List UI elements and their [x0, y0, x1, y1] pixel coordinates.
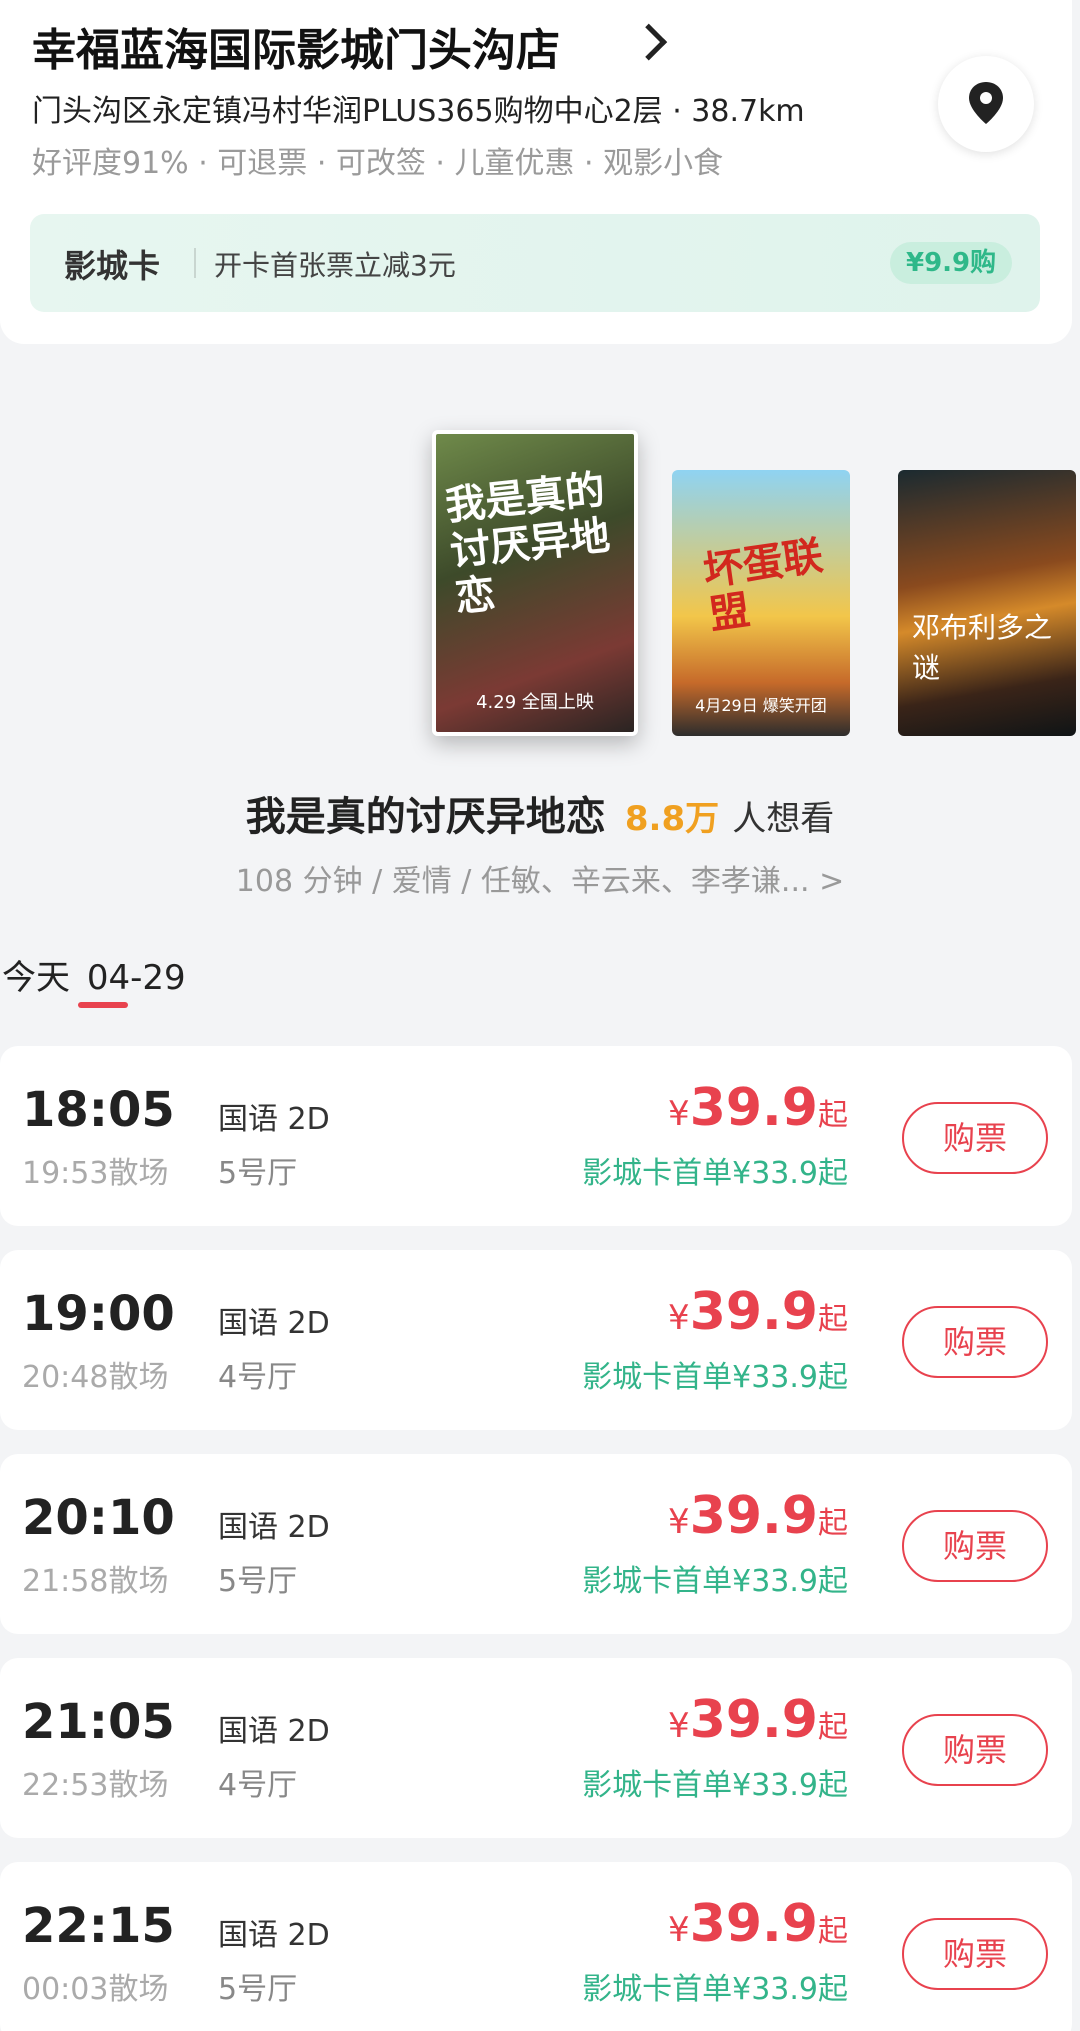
- show-end-time: 21:58散场: [22, 1564, 169, 1599]
- buy-ticket-button[interactable]: 购票: [902, 1306, 1048, 1378]
- price-amount: 39.9: [689, 1894, 818, 1954]
- poster-2-headline: 坏蛋联盟: [700, 532, 826, 639]
- poster-1-headline: 我是真的讨厌异地恋: [443, 467, 613, 622]
- show-language: 国语 2D: [218, 1306, 330, 1341]
- show-hall: 5号厅: [218, 1156, 298, 1191]
- showtime-row[interactable]: 18:05 19:53散场 国语 2D 5号厅 ¥39.9起 影城卡首单¥33.…: [0, 1046, 1072, 1226]
- showtime-row[interactable]: 21:05 22:53散场 国语 2D 4号厅 ¥39.9起 影城卡首单¥33.…: [0, 1658, 1072, 1838]
- show-end-time: 22:53散场: [22, 1768, 169, 1803]
- show-hall: 5号厅: [218, 1564, 298, 1599]
- price-amount: 39.9: [689, 1078, 818, 1138]
- price-currency: ¥: [668, 1298, 690, 1338]
- card-price: 影城卡首单¥33.9起: [582, 1972, 848, 2007]
- movie-title: 我是真的讨厌异地恋: [245, 794, 606, 840]
- buy-ticket-button[interactable]: 购票: [902, 1102, 1048, 1174]
- show-start-time: 18:05: [22, 1082, 175, 1138]
- show-language: 国语 2D: [218, 1510, 330, 1545]
- price-suffix: 起: [818, 1506, 848, 1541]
- show-price: ¥39.9起: [668, 1894, 848, 1954]
- show-end-time: 00:03散场: [22, 1972, 169, 2007]
- want-suffix: 人想看: [732, 799, 835, 839]
- banner-name: 影城卡: [64, 247, 161, 285]
- card-price: 影城卡首单¥33.9起: [582, 1564, 848, 1599]
- show-hall: 4号厅: [218, 1360, 298, 1395]
- cinema-tags: 好评度91% · 可退票 · 可改签 · 儿童优惠 · 观影小食: [32, 146, 724, 181]
- cinema-header: 幸福蓝海国际影城门头沟店 门头沟区永定镇冯村华润PLUS365购物中心2层 · …: [0, 0, 1072, 344]
- show-start-time: 20:10: [22, 1490, 175, 1546]
- price-currency: ¥: [668, 1502, 690, 1542]
- card-price: 影城卡首单¥33.9起: [582, 1360, 848, 1395]
- movie-title-row: 我是真的讨厌异地恋 8.8万 人想看: [0, 784, 1080, 842]
- showtime-row[interactable]: 20:10 21:58散场 国语 2D 5号厅 ¥39.9起 影城卡首单¥33.…: [0, 1454, 1072, 1634]
- chevron-right-icon[interactable]: [630, 23, 668, 61]
- poster-3-headline: 邓布利多之谜: [912, 611, 1053, 684]
- showtime-row[interactable]: 22:15 00:03散场 国语 2D 5号厅 ¥39.9起 影城卡首单¥33.…: [0, 1862, 1072, 2031]
- price-suffix: 起: [818, 1710, 848, 1745]
- show-end-time: 20:48散场: [22, 1360, 169, 1395]
- show-language: 国语 2D: [218, 1714, 330, 1749]
- show-start-time: 22:15: [22, 1898, 175, 1954]
- show-price: ¥39.9起: [668, 1282, 848, 1342]
- poster-current-movie[interactable]: 我是真的讨厌异地恋 4.29 全国上映: [432, 430, 638, 736]
- buy-ticket-button[interactable]: 购票: [902, 1714, 1048, 1786]
- poster-2-caption: 4月29日 爆笑开团: [695, 696, 827, 715]
- want-count: 8.8万: [624, 799, 720, 839]
- showtime-list: 18:05 19:53散场 国语 2D 5号厅 ¥39.9起 影城卡首单¥33.…: [0, 1046, 1072, 2031]
- location-button[interactable]: [938, 56, 1034, 152]
- show-price: ¥39.9起: [668, 1690, 848, 1750]
- price-amount: 39.9: [689, 1282, 818, 1342]
- show-end-time: 19:53散场: [22, 1156, 169, 1191]
- card-price: 影城卡首单¥33.9起: [582, 1768, 848, 1803]
- buy-ticket-button[interactable]: 购票: [902, 1510, 1048, 1582]
- banner-desc: 开卡首张票立减3元: [214, 249, 456, 282]
- tab-today-date: 04-29: [86, 958, 186, 998]
- price-suffix: 起: [818, 1098, 848, 1133]
- price-currency: ¥: [668, 1094, 690, 1134]
- show-hall: 5号厅: [218, 1972, 298, 2007]
- show-start-time: 21:05: [22, 1694, 175, 1750]
- show-hall: 4号厅: [218, 1768, 298, 1803]
- price-currency: ¥: [668, 1910, 690, 1950]
- cinema-card-banner[interactable]: 影城卡 开卡首张票立减3元 ¥9.9购: [30, 214, 1040, 312]
- poster-1-date: 4.29 全国上映: [476, 692, 594, 713]
- movie-meta[interactable]: 108 分钟 / 爱情 / 任敏、辛云来、李孝谦... >: [0, 856, 1080, 900]
- tab-active-indicator: [78, 1002, 128, 1008]
- price-currency: ¥: [668, 1706, 690, 1746]
- buy-ticket-button[interactable]: 购票: [902, 1918, 1048, 1990]
- tab-today[interactable]: 今天 04-29: [2, 950, 186, 999]
- poster-movie-2[interactable]: 坏蛋联盟 4月29日 爆笑开团: [672, 470, 850, 736]
- price-amount: 39.9: [689, 1690, 818, 1750]
- show-price: ¥39.9起: [668, 1486, 848, 1546]
- map-pin-icon: [969, 82, 1003, 124]
- showtime-row[interactable]: 19:00 20:48散场 国语 2D 4号厅 ¥39.9起 影城卡首单¥33.…: [0, 1250, 1072, 1430]
- cinema-address: 门头沟区永定镇冯村华润PLUS365购物中心2层 · 38.7km: [32, 94, 805, 129]
- price-suffix: 起: [818, 1914, 848, 1949]
- show-language: 国语 2D: [218, 1918, 330, 1953]
- price-suffix: 起: [818, 1302, 848, 1337]
- banner-divider: [194, 248, 196, 278]
- cinema-title[interactable]: 幸福蓝海国际影城门头沟店: [32, 14, 560, 78]
- price-amount: 39.9: [689, 1486, 818, 1546]
- banner-price-button[interactable]: ¥9.9购: [890, 242, 1013, 284]
- card-price: 影城卡首单¥33.9起: [582, 1156, 848, 1191]
- show-language: 国语 2D: [218, 1102, 330, 1137]
- show-start-time: 19:00: [22, 1286, 175, 1342]
- tab-today-label: 今天: [2, 958, 70, 998]
- show-price: ¥39.9起: [668, 1078, 848, 1138]
- poster-movie-3[interactable]: 邓布利多之谜: [898, 470, 1076, 736]
